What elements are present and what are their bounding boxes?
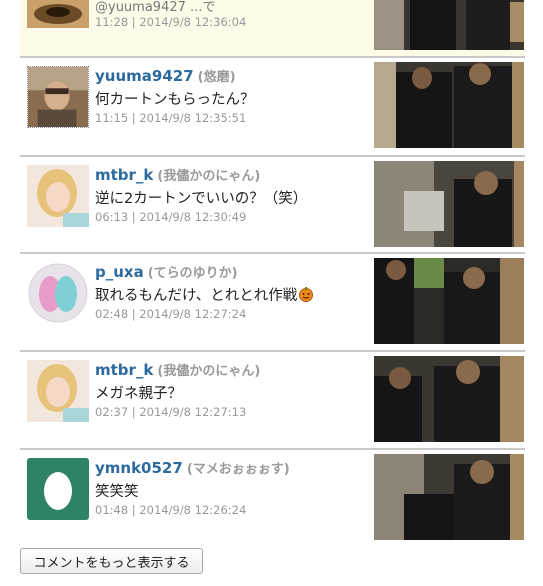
user-avatar[interactable]: [27, 0, 89, 28]
comment-timestamp: 06:13 | 2014/9/8 12:30:49: [95, 210, 247, 224]
user-avatar[interactable]: [27, 262, 89, 324]
user-avatar[interactable]: [27, 360, 89, 422]
comment-message: 取れるもんだけ、とれとれ作戦: [95, 288, 298, 304]
comment-item: p_uxa (てらのゆりか) 取れるもんだけ、とれとれ作戦 02:48 | 201…: [20, 254, 525, 352]
video-thumbnail[interactable]: [374, 0, 524, 50]
comment-item: mtbr_k (我儘かのにゃん) 逆に2カートンでいいの？（笑） 06:13 | …: [20, 157, 525, 254]
video-thumbnail[interactable]: [374, 161, 524, 247]
comment-message: メガネ親子？: [95, 386, 182, 402]
user-avatar[interactable]: [27, 66, 89, 128]
comment-message: @yuuma9427 ...で: [95, 0, 216, 15]
user-nickname: (マメおぉぉぉす): [186, 462, 290, 477]
user-nickname: (てらのゆりか): [147, 266, 238, 281]
comment-timestamp: 02:37 | 2014/9/8 12:27:13: [95, 405, 247, 419]
show-more-comments-button[interactable]: コメントをもっと表示する: [20, 548, 203, 574]
comment-message-row: 取れるもんだけ、とれとれ作戦: [95, 284, 365, 306]
video-thumbnail[interactable]: [374, 62, 524, 148]
user-nickname: (我儘かのにゃん): [157, 169, 261, 184]
pumpkin-emoji-icon: [298, 286, 314, 302]
username-link[interactable]: mtbr_k: [95, 166, 153, 184]
comment-item: ymnk0527 (マメおぉぉぉす) 笑笑笑 01:48 | 2014/9/8 1…: [20, 450, 525, 544]
comment-message: 逆に2カートンでいいの？（笑）: [95, 191, 308, 207]
comment-timestamp: 02:48 | 2014/9/8 12:27:24: [95, 307, 247, 321]
user-avatar[interactable]: [27, 458, 89, 520]
user-avatar[interactable]: [27, 165, 89, 227]
video-thumbnail[interactable]: [374, 356, 524, 442]
comment-message: 笑笑笑: [95, 484, 139, 500]
username-link[interactable]: yuuma9427: [95, 67, 194, 85]
comment-message: 何カートンもらったん？: [95, 92, 255, 108]
comment-timestamp: 01:48 | 2014/9/8 12:26:24: [95, 503, 247, 517]
username-link[interactable]: mtbr_k: [95, 361, 153, 379]
comment-item: @yuuma9427 ...で 11:28 | 2014/9/8 12:36:0…: [20, 0, 525, 58]
comment-item: yuuma9427 (悠磨) 何カートンもらったん？ 11:15 | 2014/9…: [20, 58, 525, 157]
user-nickname: (悠磨): [197, 70, 236, 85]
comment-timestamp: 11:15 | 2014/9/8 12:35:51: [95, 111, 247, 125]
username-link[interactable]: p_uxa: [95, 263, 144, 281]
video-thumbnail[interactable]: [374, 258, 524, 344]
comment-item: mtbr_k (我儘かのにゃん) メガネ親子？ 02:37 | 2014/9/8 …: [20, 352, 525, 450]
video-thumbnail[interactable]: [374, 454, 524, 540]
comment-timestamp: 11:28 | 2014/9/8 12:36:04: [95, 15, 247, 29]
username-link[interactable]: ymnk0527: [95, 459, 183, 477]
user-nickname: (我儘かのにゃん): [157, 364, 261, 379]
